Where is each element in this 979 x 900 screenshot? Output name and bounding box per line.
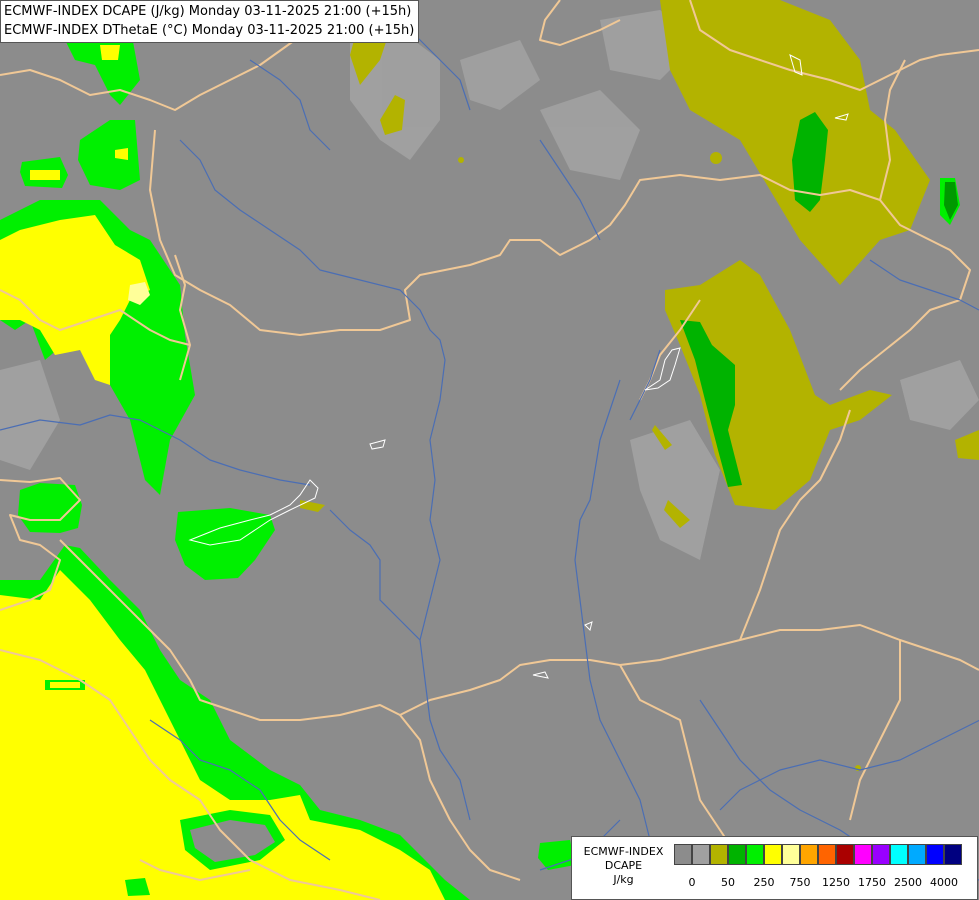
legend-swatch bbox=[908, 844, 926, 865]
legend-title-line: J/kg bbox=[613, 873, 634, 886]
legend-swatch bbox=[728, 844, 746, 865]
legend-swatch bbox=[818, 844, 836, 865]
legend-tick-label: 50 bbox=[721, 876, 735, 889]
legend: ECMWF-INDEX DCAPE J/kg 0 50 250 750 1250 1750… bbox=[571, 836, 978, 900]
map-title-box: ECMWF-INDEX DCAPE (J/kg) Monday 03-11-20… bbox=[0, 0, 420, 43]
legend-swatch bbox=[872, 844, 890, 865]
legend-tick-label: 1250 bbox=[822, 876, 850, 889]
legend-swatch bbox=[854, 844, 872, 865]
weather-map bbox=[0, 0, 979, 900]
legend-swatch bbox=[710, 844, 728, 865]
legend-tick-label: 250 bbox=[753, 876, 775, 889]
legend-swatch bbox=[746, 844, 764, 865]
legend-title: ECMWF-INDEX DCAPE J/kg bbox=[576, 845, 671, 887]
legend-swatch bbox=[692, 844, 710, 865]
title-dthetae: ECMWF-INDEX DThetaE (°C) Monday 03-11-20… bbox=[4, 23, 415, 38]
title-dcape: ECMWF-INDEX DCAPE (J/kg) Monday 03-11-20… bbox=[4, 4, 412, 19]
legend-swatch bbox=[674, 844, 692, 865]
legend-tick-label: 1750 bbox=[858, 876, 886, 889]
legend-swatch bbox=[890, 844, 908, 865]
legend-swatch bbox=[800, 844, 818, 865]
legend-tick-label: 2500 bbox=[894, 876, 922, 889]
legend-title-line: DCAPE bbox=[604, 859, 643, 872]
legend-tick-label: 750 bbox=[789, 876, 811, 889]
legend-tick-label: 4000 bbox=[930, 876, 958, 889]
legend-title-line: ECMWF-INDEX bbox=[583, 845, 664, 858]
legend-swatch bbox=[764, 844, 782, 865]
legend-swatch bbox=[944, 844, 962, 865]
legend-swatch bbox=[782, 844, 800, 865]
legend-swatch bbox=[836, 844, 854, 865]
legend-tick-label: 0 bbox=[688, 876, 696, 889]
legend-swatch bbox=[926, 844, 944, 865]
